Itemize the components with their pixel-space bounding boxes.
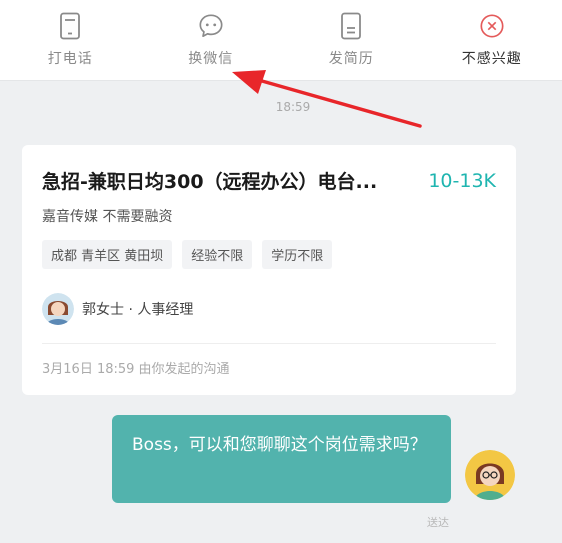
call-button-label: 打电话 — [47, 51, 93, 67]
message-status: 送达 — [427, 516, 449, 529]
job-tags: 成都 青羊区 黄田坝 经验不限 学历不限 — [42, 240, 496, 269]
not-interested-label: 不感兴趣 — [461, 51, 522, 67]
resume-icon — [338, 12, 364, 40]
recruiter-avatar[interactable] — [42, 293, 74, 325]
phone-icon — [57, 12, 83, 40]
conversation-origin: 3月16日 18:59 由你发起的沟通 — [42, 362, 230, 377]
job-title: 急招-兼职日均300（远程办公）电台... — [42, 171, 378, 193]
job-salary: 10-13K — [428, 169, 496, 192]
call-button[interactable]: 打电话 — [0, 0, 141, 80]
send-resume-label: 发简历 — [328, 51, 374, 67]
my-avatar[interactable] — [465, 450, 515, 500]
job-card-header: 急招-兼职日均300（远程办公）电台... 10-13K — [42, 167, 496, 194]
recruiter-row[interactable]: 郭女士 · 人事经理 — [42, 293, 496, 325]
tag-location: 成都 青羊区 黄田坝 — [42, 240, 173, 269]
exchange-wechat-button[interactable]: 换微信 — [141, 0, 282, 80]
chat-bubble-icon — [198, 12, 224, 40]
company-info: 嘉音传媒 不需要融资 — [42, 209, 173, 225]
chat-action-bar: 打电话 换微信 发简历 不感兴趣 — [0, 0, 562, 80]
sent-message-bubble[interactable]: Boss，可以和您聊聊这个岗位需求吗？ — [112, 415, 451, 503]
job-card[interactable]: 急招-兼职日均300（远程办公）电台... 10-13K 嘉音传媒 不需要融资 … — [22, 145, 516, 395]
tag-experience: 经验不限 — [182, 240, 253, 269]
chat-timestamp: 18:59 — [275, 100, 311, 114]
action-bar-divider — [0, 80, 562, 81]
recruiter-name: 郭女士 · 人事经理 — [82, 302, 194, 318]
tag-education: 学历不限 — [262, 240, 333, 269]
exchange-wechat-label: 换微信 — [188, 51, 234, 67]
card-divider — [42, 343, 496, 344]
send-resume-button[interactable]: 发简历 — [281, 0, 422, 80]
close-circle-icon — [479, 12, 505, 40]
not-interested-button[interactable]: 不感兴趣 — [422, 0, 562, 80]
chat-screen: 打电话 换微信 发简历 不感兴趣 18:59 急招-兼职日均300（远程办公）电… — [0, 0, 562, 543]
